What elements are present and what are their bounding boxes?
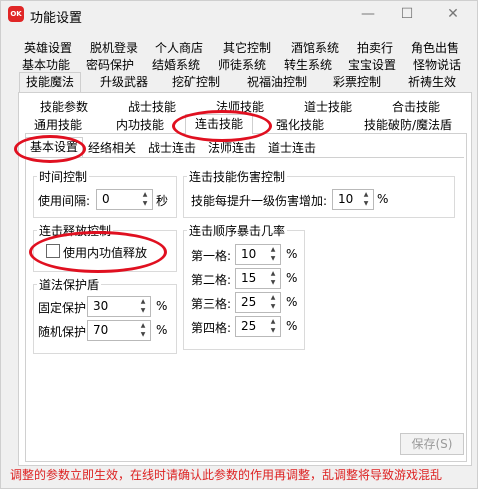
interval-value[interactable]: 0 <box>102 192 110 206</box>
tab-armor-break-shield[interactable]: 技能破防/魔法盾 <box>353 116 463 134</box>
tab-personal-shop[interactable]: 个人商店 <box>149 39 209 57</box>
release-control-title: 连击释放控制 <box>37 222 114 239</box>
slot3-unit: % <box>286 295 298 309</box>
spin-down-icon[interactable]: ▼ <box>268 303 278 311</box>
fixed-protect-unit: % <box>156 299 168 313</box>
damage-spinner[interactable]: 10 ▲ ▼ <box>332 189 374 210</box>
tab-taoist-skills[interactable]: 道士技能 <box>299 98 357 116</box>
tab-meridian[interactable]: 经络相关 <box>85 139 139 157</box>
slot1-label: 第一格: <box>191 249 232 263</box>
random-protect-label: 随机保护: <box>38 325 91 339</box>
tab-inner-skills[interactable]: 内功技能 <box>111 116 169 134</box>
tab-mining-control[interactable]: 挖矿控制 <box>167 73 225 91</box>
app-icon: OK <box>8 6 24 22</box>
slot1-value[interactable]: 10 <box>241 247 256 261</box>
close-icon[interactable]: ✕ <box>431 1 475 29</box>
title-bar: OK 功能设置 — ☐ ✕ <box>1 1 477 29</box>
damage-label: 技能每提升一级伤害增加: <box>191 194 328 208</box>
tab-enhance-skills[interactable]: 强化技能 <box>267 116 333 134</box>
spin-down-icon[interactable]: ▼ <box>140 200 150 208</box>
damage-unit: % <box>377 192 389 206</box>
maximize-icon[interactable]: ☐ <box>385 1 429 29</box>
tab-pet-settings[interactable]: 宝宝设置 <box>343 56 401 74</box>
settings-window: OK 功能设置 — ☐ ✕ 英雄设置 脱机登录 个人商店 其它控制 酒馆系统 拍… <box>0 0 478 489</box>
slot1-spinner[interactable]: 10 ▲ ▼ <box>235 244 281 265</box>
slot4-label: 第四格: <box>191 321 232 335</box>
shield-title: 道法保护盾 <box>37 276 102 293</box>
tab-upgrade-weapon[interactable]: 升级武器 <box>95 73 153 91</box>
tab-skill-params[interactable]: 技能参数 <box>35 98 93 116</box>
slot2-spinner[interactable]: 15 ▲ ▼ <box>235 268 281 289</box>
tab-basic-settings[interactable]: 基本设置 <box>25 137 83 157</box>
slot4-value[interactable]: 25 <box>241 319 256 333</box>
tab-prayer-effect[interactable]: 祈祷生效 <box>401 73 463 91</box>
minimize-icon[interactable]: — <box>346 1 390 29</box>
interval-label: 使用间隔: <box>38 194 91 208</box>
time-control-title: 时间控制 <box>37 168 90 185</box>
tab-lottery-control[interactable]: 彩票控制 <box>327 73 387 91</box>
tab-mage-combo[interactable]: 法师连击 <box>205 139 259 157</box>
crit-rate-title: 连击顺序暴击几率 <box>187 222 288 239</box>
tab-auction[interactable]: 拍卖行 <box>351 39 399 57</box>
spin-down-icon[interactable]: ▼ <box>361 200 371 208</box>
slot3-value[interactable]: 25 <box>241 295 256 309</box>
spin-up-icon[interactable]: ▲ <box>268 270 278 278</box>
slot2-unit: % <box>286 271 298 285</box>
random-protect-spinner[interactable]: 70 ▲ ▼ <box>87 320 151 341</box>
slot3-label: 第三格: <box>191 297 232 311</box>
shield-group <box>33 284 177 354</box>
inner-power-checkbox[interactable] <box>46 244 60 258</box>
tab-monster-speech[interactable]: 怪物说话 <box>407 56 467 74</box>
random-protect-unit: % <box>156 323 168 337</box>
slot2-label: 第二格: <box>191 273 232 287</box>
tab-role-sale[interactable]: 角色出售 <box>405 39 465 57</box>
slot4-unit: % <box>286 319 298 333</box>
damage-control-title: 连击技能伤害控制 <box>187 168 288 185</box>
inner-power-label[interactable]: 使用内功值释放 <box>63 244 147 261</box>
tab-password-protect[interactable]: 密码保护 <box>81 56 139 74</box>
tab-hero-settings[interactable]: 英雄设置 <box>19 39 77 57</box>
fixed-protect-value[interactable]: 30 <box>93 299 108 313</box>
interval-unit: 秒 <box>156 194 169 208</box>
slot3-spinner[interactable]: 25 ▲ ▼ <box>235 292 281 313</box>
tab-mentor-system[interactable]: 师徒系统 <box>213 56 271 74</box>
tab-combo-attack-skills[interactable]: 连击技能 <box>185 114 253 134</box>
random-protect-value[interactable]: 70 <box>93 323 108 337</box>
window-title: 功能设置 <box>30 11 83 26</box>
status-warning: 调整的参数立即生效，在线时请确认此参数的作用再调整，乱调整将导致游戏混乱 <box>10 468 443 482</box>
tab-other-control[interactable]: 其它控制 <box>217 39 277 57</box>
slot4-spinner[interactable]: 25 ▲ ▼ <box>235 316 281 337</box>
spin-down-icon[interactable]: ▼ <box>268 255 278 263</box>
fixed-protect-spinner[interactable]: 30 ▲ ▼ <box>87 296 151 317</box>
spin-down-icon[interactable]: ▼ <box>268 279 278 287</box>
tab-marriage-system[interactable]: 结婚系统 <box>147 56 205 74</box>
fixed-protect-label: 固定保护: <box>38 301 91 315</box>
tab-combo-skills[interactable]: 合击技能 <box>387 98 445 116</box>
tab-rebirth-system[interactable]: 转生系统 <box>279 56 337 74</box>
spin-down-icon[interactable]: ▼ <box>138 307 148 315</box>
tab-warrior-skills[interactable]: 战士技能 <box>123 98 181 116</box>
spin-up-icon[interactable]: ▲ <box>268 318 278 326</box>
save-button[interactable]: 保存(S) <box>400 433 464 455</box>
interval-spinner[interactable]: 0 ▲ ▼ <box>96 189 153 210</box>
tab-general-skills[interactable]: 通用技能 <box>29 116 87 134</box>
spin-up-icon[interactable]: ▲ <box>361 191 371 199</box>
spin-down-icon[interactable]: ▼ <box>268 327 278 335</box>
spin-up-icon[interactable]: ▲ <box>268 246 278 254</box>
tab-tavern-system[interactable]: 酒馆系统 <box>285 39 345 57</box>
spin-up-icon[interactable]: ▲ <box>138 298 148 306</box>
slot1-unit: % <box>286 247 298 261</box>
damage-value[interactable]: 10 <box>338 192 353 206</box>
tab-skill-magic[interactable]: 技能魔法 <box>19 72 81 92</box>
tab-blessing-oil[interactable]: 祝福油控制 <box>241 73 313 91</box>
sub-tab-divider <box>26 157 464 158</box>
tab-warrior-combo[interactable]: 战士连击 <box>145 139 199 157</box>
spin-up-icon[interactable]: ▲ <box>138 322 148 330</box>
tab-taoist-combo[interactable]: 道士连击 <box>265 139 319 157</box>
spin-up-icon[interactable]: ▲ <box>140 191 150 199</box>
slot2-value[interactable]: 15 <box>241 271 256 285</box>
spin-down-icon[interactable]: ▼ <box>138 331 148 339</box>
spin-up-icon[interactable]: ▲ <box>268 294 278 302</box>
tab-offline-login[interactable]: 脱机登录 <box>85 39 143 57</box>
